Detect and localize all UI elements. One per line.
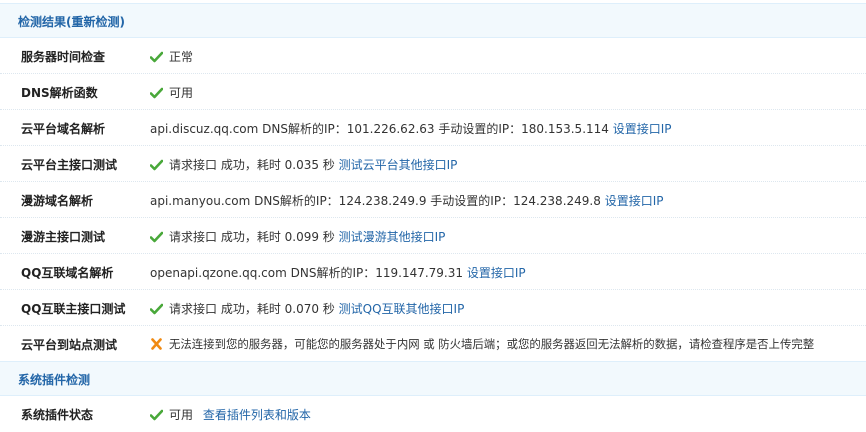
row-label: QQ互联域名解析	[21, 266, 114, 280]
row-value: api.discuz.qq.com DNS解析的IP：101.226.62.63…	[150, 120, 672, 137]
set-ip-link[interactable]: 设置接口IP	[605, 194, 664, 208]
row-label: 服务器时间检查	[21, 50, 106, 64]
row-value: api.manyou.com DNS解析的IP：124.238.249.9 手动…	[150, 192, 663, 209]
status-text: 正常	[169, 50, 194, 64]
test-other-ip-link[interactable]: 测试云平台其他接口IP	[339, 158, 458, 172]
table-row: DNS解析函数 可用	[0, 74, 866, 110]
test-other-ip-link[interactable]: 测试QQ互联其他接口IP	[339, 302, 465, 316]
table-row: 服务器时间检查 正常	[0, 38, 866, 74]
row-value: 可用	[150, 84, 193, 101]
status-text: 请求接口 成功，耗时 0.070 秒	[169, 302, 335, 316]
row-label: 云平台到站点测试	[21, 338, 118, 352]
check-icon	[150, 51, 163, 63]
row-value: 正常	[150, 48, 193, 65]
recheck-link[interactable]: (重新检测)	[66, 15, 125, 29]
row-label: 漫游域名解析	[21, 194, 94, 208]
status-text: 可用	[169, 86, 194, 100]
view-plugin-list-link[interactable]: 查看插件列表和版本	[203, 408, 311, 422]
check-icon	[150, 303, 163, 315]
table-row: 云平台域名解析 api.discuz.qq.com DNS解析的IP：101.2…	[0, 110, 866, 146]
set-ip-link[interactable]: 设置接口IP	[613, 122, 672, 136]
section-title: 检测结果(重新检测)	[18, 13, 125, 30]
table-row: QQ互联主接口测试 请求接口 成功，耗时 0.070 秒 测试QQ互联其他接口I…	[0, 290, 866, 326]
check-icon	[150, 159, 163, 171]
set-ip-link[interactable]: 设置接口IP	[467, 266, 526, 280]
dns-text: api.manyou.com DNS解析的IP：124.238.249.9 手动…	[150, 194, 601, 208]
row-label: QQ互联主接口测试	[21, 302, 126, 316]
error-text: 无法连接到您的服务器，可能您的服务器处于内网 或 防火墙后端；或您的服务器返回无…	[169, 337, 815, 351]
row-value: openapi.qzone.qq.com DNS解析的IP：119.147.79…	[150, 264, 526, 281]
table-row: 漫游主接口测试 请求接口 成功，耗时 0.099 秒 测试漫游其他接口IP	[0, 218, 866, 254]
cloud-diagnostics-panel: 检测结果(重新检测) 服务器时间检查 正常 DNS解析函数 可用 云平台域名解析…	[0, 0, 866, 428]
section-title: 系统插件检测	[18, 373, 91, 387]
row-value: 请求接口 成功，耗时 0.070 秒 测试QQ互联其他接口IP	[150, 300, 464, 317]
results-title: 检测结果	[18, 15, 67, 29]
test-other-ip-link[interactable]: 测试漫游其他接口IP	[339, 230, 446, 244]
row-value: 请求接口 成功，耗时 0.035 秒 测试云平台其他接口IP	[150, 156, 457, 173]
dns-text: api.discuz.qq.com DNS解析的IP：101.226.62.63…	[150, 122, 609, 136]
status-text: 请求接口 成功，耗时 0.099 秒	[169, 230, 335, 244]
dns-text: openapi.qzone.qq.com DNS解析的IP：119.147.79…	[150, 266, 464, 280]
section-header-results: 检测结果(重新检测)	[0, 3, 866, 38]
row-value: 可用 查看插件列表和版本	[150, 406, 311, 423]
row-label: DNS解析函数	[21, 86, 98, 100]
row-label: 漫游主接口测试	[21, 230, 106, 244]
status-text: 请求接口 成功，耗时 0.035 秒	[169, 158, 335, 172]
check-icon	[150, 409, 163, 421]
check-icon	[150, 87, 163, 99]
table-row: 云平台到站点测试 无法连接到您的服务器，可能您的服务器处于内网 或 防火墙后端；…	[0, 326, 866, 362]
row-label: 云平台主接口测试	[21, 158, 118, 172]
table-row: 漫游域名解析 api.manyou.com DNS解析的IP：124.238.2…	[0, 182, 866, 218]
table-row: 系统插件状态 可用 查看插件列表和版本	[0, 396, 866, 432]
table-row: 云平台主接口测试 请求接口 成功，耗时 0.035 秒 测试云平台其他接口IP	[0, 146, 866, 182]
row-label: 云平台域名解析	[21, 122, 106, 136]
table-row: QQ互联域名解析 openapi.qzone.qq.com DNS解析的IP：1…	[0, 254, 866, 290]
row-value: 无法连接到您的服务器，可能您的服务器处于内网 或 防火墙后端；或您的服务器返回无…	[150, 336, 814, 352]
section-header-plugins: 系统插件检测	[0, 361, 866, 396]
check-icon	[150, 231, 163, 243]
status-text: 可用	[169, 408, 194, 422]
row-value: 请求接口 成功，耗时 0.099 秒 测试漫游其他接口IP	[150, 228, 445, 245]
row-label: 系统插件状态	[21, 408, 94, 422]
cross-icon	[150, 338, 163, 350]
